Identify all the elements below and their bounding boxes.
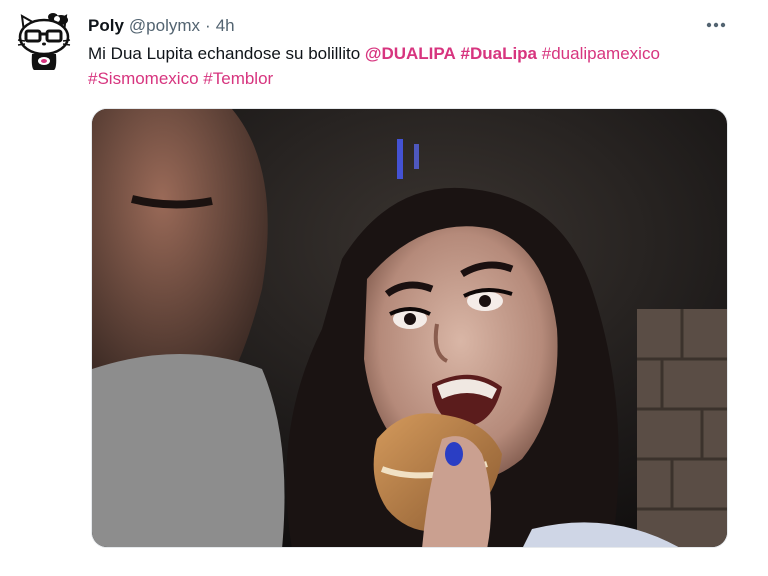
timestamp[interactable]: 4h bbox=[216, 16, 235, 36]
mention-link[interactable]: @DUALIPA bbox=[365, 44, 456, 63]
tweet-text-plain: Mi Dua Lupita echandose su bolillito bbox=[88, 44, 365, 63]
user-handle[interactable]: @polymx bbox=[129, 16, 200, 36]
tweet-header: Poly @polymx · 4h bbox=[88, 14, 235, 38]
header-separator: · bbox=[205, 16, 211, 35]
hashtag-link[interactable]: #Temblor bbox=[203, 69, 273, 88]
tweet-media-photo[interactable] bbox=[91, 108, 728, 548]
avatar[interactable] bbox=[14, 10, 74, 72]
more-options-button[interactable] bbox=[702, 14, 730, 36]
hello-kitty-avatar-icon bbox=[17, 13, 71, 70]
photo-image bbox=[92, 109, 727, 547]
hashtag-link[interactable]: #Sismomexico bbox=[88, 69, 199, 88]
hashtag-link[interactable]: #dualipamexico bbox=[542, 44, 660, 63]
tweet-card[interactable]: Poly @polymx · 4h Mi Dua Lupita echandos… bbox=[0, 0, 768, 576]
more-horizontal-icon bbox=[706, 22, 726, 28]
display-name[interactable]: Poly bbox=[88, 16, 124, 36]
hashtag-link[interactable]: #DuaLipa bbox=[461, 44, 538, 63]
tweet-text: Mi Dua Lupita echandose su bolillito @DU… bbox=[88, 41, 748, 91]
